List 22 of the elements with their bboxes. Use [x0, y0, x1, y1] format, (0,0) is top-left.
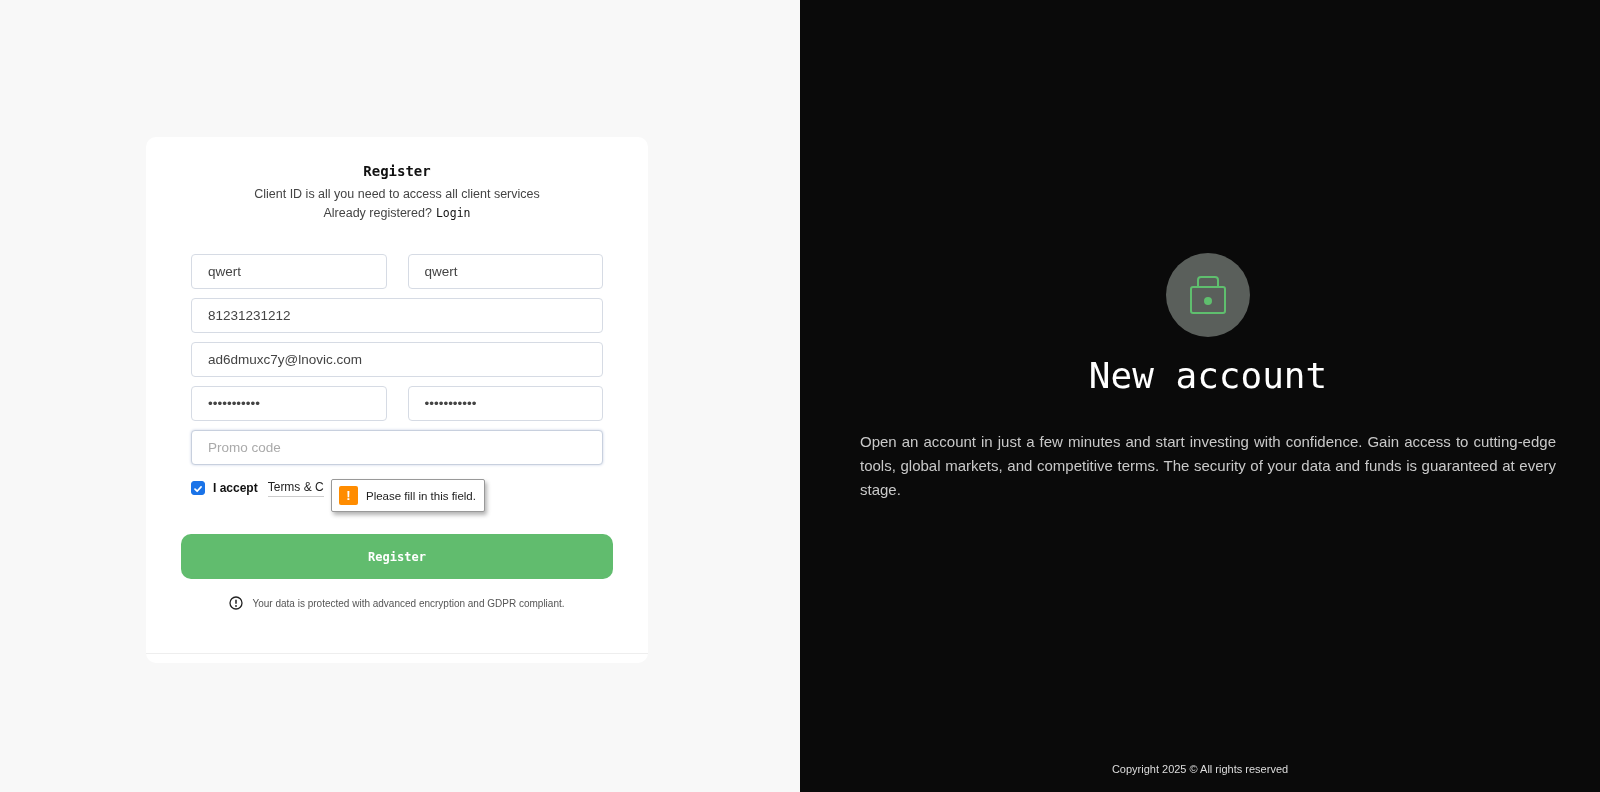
terms-link[interactable]: Terms & C [267, 479, 324, 497]
input-field[interactable]: ••••••••••• [191, 386, 387, 421]
form-subtitle: Client ID is all you need to access all client services [254, 187, 540, 201]
checkbox[interactable] [191, 481, 205, 495]
accept-label: I accept [213, 481, 258, 495]
lock-icon [1166, 253, 1250, 337]
copyright-text: Copyright 2025 © All rights reserved [1111, 763, 1289, 775]
form-title: Register [363, 163, 431, 179]
input-field[interactable]: qwert [407, 254, 603, 289]
hero-title: New account [1088, 355, 1328, 396]
login-link[interactable]: Login [435, 206, 471, 220]
input-field[interactable]: 81231231212 [191, 298, 603, 333]
login-prompt: Already registered? [323, 206, 432, 220]
info-icon [229, 596, 244, 610]
security-note: Your data is protected with advanced encryption and GDPR compliant. [252, 597, 565, 609]
input-field[interactable]: Promo code [191, 430, 603, 465]
warning-icon: ! [339, 486, 358, 505]
input-field[interactable]: qwert [191, 254, 387, 289]
tooltip-text: Please fill in this field. [366, 489, 476, 502]
input-field[interactable]: ••••••••••• [407, 386, 603, 421]
hero-text: Open an account in just a few minutes and start investing with confidence. Gain access to cutting-edge tools, global markets, and competitive terms. The security of your data and funds is guaranteed at every stage. [860, 432, 1556, 500]
input-field[interactable]: ad6dmuxc7y@lnovic.com [191, 342, 603, 377]
